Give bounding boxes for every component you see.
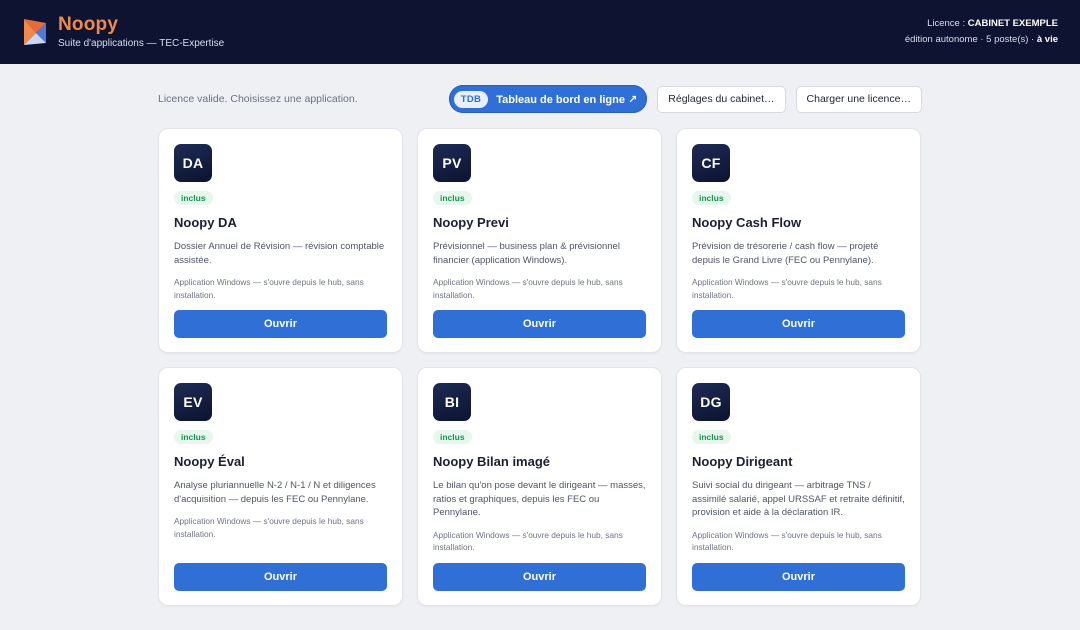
tdb-badge: TDB <box>453 90 489 108</box>
app-card-pv: PV inclus Noopy Previ Prévisionnel — bus… <box>417 128 662 353</box>
toolbar: Licence valide. Choisissez une applicati… <box>158 85 922 113</box>
included-badge: inclus <box>692 191 731 205</box>
app-title: Noopy DA <box>174 215 237 230</box>
license-status-text: Licence valide. Choisissez une applicati… <box>158 93 358 105</box>
open-button-dg[interactable]: Ouvrir <box>692 563 905 591</box>
app-icon-ev: EV <box>174 383 212 421</box>
license-validity: à vie <box>1036 34 1058 45</box>
open-button-ev[interactable]: Ouvrir <box>174 563 387 591</box>
top-bar: Noopy Suite d'applications — TEC-Experti… <box>0 0 1080 64</box>
license-label: Licence : <box>927 18 968 29</box>
load-license-button[interactable]: Charger une licence… <box>795 85 922 113</box>
open-button-cf[interactable]: Ouvrir <box>692 310 905 338</box>
open-button-bi[interactable]: Ouvrir <box>433 563 646 591</box>
cabinet-settings-button[interactable]: Réglages du cabinet… <box>657 85 786 113</box>
open-button-da[interactable]: Ouvrir <box>174 310 387 338</box>
app-title: Noopy Previ <box>433 215 509 230</box>
app-card-cf: CF inclus Noopy Cash Flow Prévision de t… <box>676 128 921 353</box>
app-description: Prévisionnel — business plan & prévision… <box>433 241 620 266</box>
app-note: Application Windows — s'ouvre depuis le … <box>174 516 364 539</box>
app-description: Analyse pluriannuelle N-2 / N-1 / N et d… <box>174 480 376 505</box>
app-icon-cf: CF <box>692 144 730 182</box>
app-description: Le bilan qu'on pose devant le dirigeant … <box>433 480 646 518</box>
dashboard-online-button[interactable]: TDB Tableau de bord en ligne ↗ <box>448 85 648 113</box>
included-badge: inclus <box>433 191 472 205</box>
app-note: Application Windows — s'ouvre depuis le … <box>692 529 882 553</box>
app-icon-pv: PV <box>433 144 471 182</box>
app-title: Noopy Bilan imagé <box>433 454 551 469</box>
open-button-pv[interactable]: Ouvrir <box>433 310 646 338</box>
app-title: Noopy Éval <box>174 454 245 469</box>
app-card-ev: EV inclus Noopy Éval Analyse pluriannuel… <box>158 367 403 606</box>
app-title: Noopy Dirigeant <box>692 454 793 469</box>
noopy-logo-icon <box>24 19 46 45</box>
license-info: Licence : CABINET EXEMPLE édition autono… <box>905 16 1058 48</box>
app-note: Application Windows — s'ouvre depuis le … <box>692 277 882 300</box>
app-icon-bi: BI <box>433 383 471 421</box>
app-icon-dg: DG <box>692 383 730 421</box>
app-grid: DA inclus Noopy DA Dossier Annuel de Rév… <box>158 128 922 606</box>
app-description: Suivi social du dirigeant — arbitrage TN… <box>692 480 905 518</box>
app-card-dg: DG inclus Noopy Dirigeant Suivi social d… <box>676 367 921 606</box>
app-card-da: DA inclus Noopy DA Dossier Annuel de Rév… <box>158 128 403 353</box>
brand: Noopy Suite d'applications — TEC-Experti… <box>22 14 224 51</box>
app-card-bi: BI inclus Noopy Bilan imagé Le bilan qu'… <box>417 367 662 606</box>
included-badge: inclus <box>433 430 472 444</box>
app-note: Application Windows — s'ouvre depuis le … <box>433 277 623 300</box>
app-subtitle: Suite d'applications — TEC-Expertise <box>58 37 225 49</box>
app-icon-da: DA <box>174 144 212 182</box>
app-note: Application Windows — s'ouvre depuis le … <box>174 277 364 300</box>
included-badge: inclus <box>692 430 731 444</box>
app-description: Dossier Annuel de Révision — révision co… <box>174 241 385 266</box>
app-description: Prévision de trésorerie / cash flow — pr… <box>692 241 879 266</box>
app-note: Application Windows — s'ouvre depuis le … <box>433 529 623 553</box>
edition-text: édition autonome · 5 poste(s) · <box>904 34 1037 45</box>
included-badge: inclus <box>174 430 213 444</box>
dashboard-online-label: Tableau de bord en ligne ↗ <box>496 93 638 106</box>
included-badge: inclus <box>174 191 213 205</box>
app-title: Noopy Cash Flow <box>692 215 802 230</box>
app-name: Noopy <box>58 13 119 35</box>
license-holder: CABINET EXEMPLE <box>967 18 1058 29</box>
